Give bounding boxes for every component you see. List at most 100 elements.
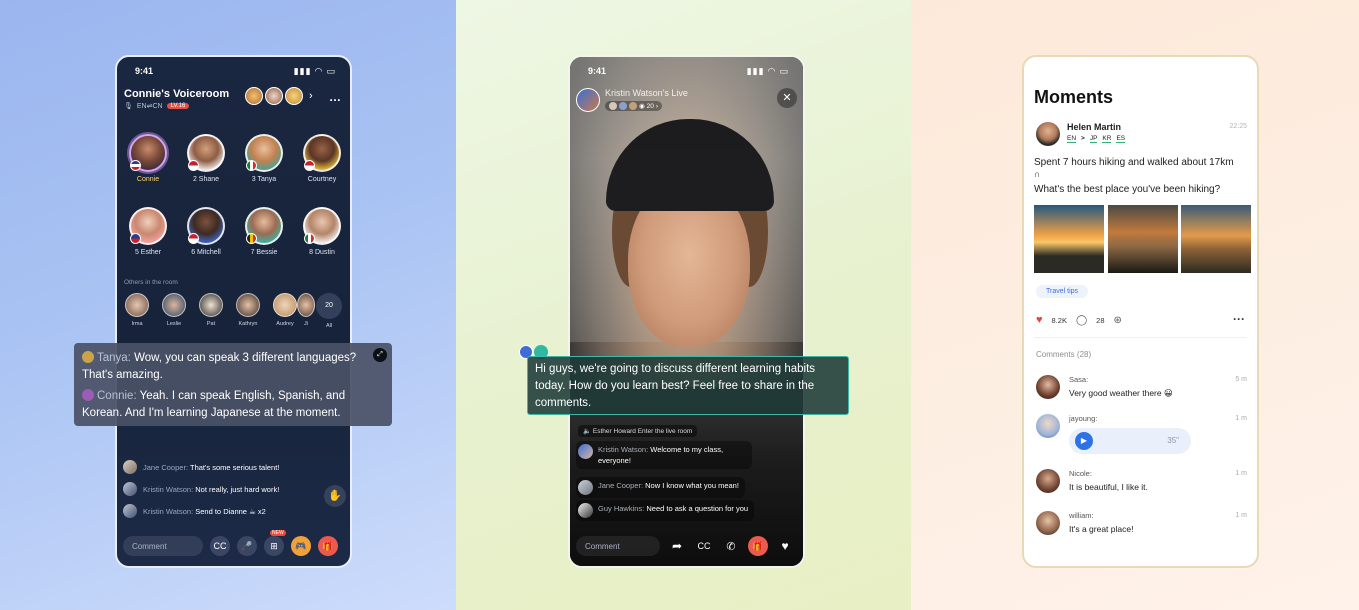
comment-author: jayoung: <box>1069 414 1098 423</box>
host-avatar[interactable] <box>576 88 600 112</box>
avatar <box>303 207 341 245</box>
flag-icon <box>130 160 141 171</box>
flag-icon <box>304 160 315 171</box>
chat-text: Send to Dianne ☕ x2 <box>195 506 266 516</box>
caption-icon[interactable]: CC <box>694 536 714 556</box>
speaker-avatar-icon <box>82 389 94 401</box>
speaker-avatar-icon <box>82 351 94 363</box>
status-time: 9:41 <box>588 66 607 76</box>
raise-hand-icon[interactable]: ✋ <box>324 485 346 507</box>
viewer-count[interactable]: ◉ 20 › <box>605 101 663 111</box>
other-leslie[interactable]: Leslie <box>159 293 189 327</box>
avatar[interactable] <box>1036 414 1060 438</box>
post-photo[interactable] <box>1034 205 1104 273</box>
comment-icon[interactable]: ◯ <box>1076 315 1087 326</box>
translate-icon[interactable]: ⊛ <box>1114 315 1122 326</box>
other-ji[interactable]: Ji <box>295 293 317 327</box>
avatar <box>629 102 637 110</box>
status-bar: 9:41 ▮▮▮ ◠ ▭ <box>588 66 789 77</box>
avatar <box>129 134 167 172</box>
like-icon[interactable]: ♥ <box>1036 314 1043 326</box>
flag-icon <box>246 160 257 171</box>
seat-name: Courtney <box>307 176 337 183</box>
post-author[interactable]: Helen Martin <box>1067 122 1121 132</box>
seat-mitchell[interactable]: 6 Mitchell <box>181 207 231 256</box>
topic-tag[interactable]: Travel tips <box>1036 285 1089 298</box>
other-kathryn[interactable]: Kathryn <box>233 293 263 327</box>
avatar <box>245 87 263 105</box>
avatar <box>129 207 167 245</box>
avatar <box>303 134 341 172</box>
avatar <box>123 460 137 474</box>
avatar <box>578 503 593 518</box>
apps-grid-icon[interactable]: ⊞ NEW <box>264 530 286 556</box>
language-tag: KR <box>1102 135 1112 143</box>
other-irma[interactable]: Irma <box>122 293 152 327</box>
seat-name: 3 Tanya <box>251 176 277 183</box>
comment-item: william: It's a great place! 1 m <box>1036 511 1247 541</box>
flag-icon <box>246 233 257 244</box>
avatar <box>125 293 149 317</box>
gift-icon[interactable]: 🎁 <box>318 536 338 556</box>
seat-dustin[interactable]: 8 Dustin <box>297 207 347 256</box>
others-all-label: All <box>325 323 333 329</box>
chat-author: Kristin Watson: <box>143 484 194 494</box>
comment-input[interactable] <box>123 536 203 556</box>
avatar[interactable] <box>1036 122 1060 146</box>
audience-avatars[interactable] <box>245 87 303 105</box>
more-options-icon[interactable]: … <box>329 90 341 104</box>
avatar[interactable] <box>1036 375 1060 399</box>
caption-icon[interactable]: CC <box>210 536 230 556</box>
seat-name: 2 Shane <box>192 176 220 183</box>
chat-message: Jane Cooper: That's some serious talent! <box>123 460 279 474</box>
avatar[interactable] <box>1036 511 1060 535</box>
post-languages: EN > JP KR ES <box>1067 135 1126 143</box>
seat-connie[interactable]: Connie <box>123 134 173 183</box>
others-count-button[interactable]: 20 <box>316 293 342 319</box>
comment-time: 1 m <box>1235 415 1247 422</box>
microphone-icon[interactable]: 🎤 <box>237 536 257 556</box>
other-pat[interactable]: Pat <box>196 293 226 327</box>
share-icon[interactable]: ➦ <box>667 536 687 556</box>
avatar[interactable] <box>1036 469 1060 493</box>
seat-esther[interactable]: 5 Esther <box>123 207 173 256</box>
signal-wifi-battery-icon: ▮▮▮ ◠ ▭ <box>746 66 789 76</box>
heart-icon[interactable]: ♥ <box>775 536 795 556</box>
chevron-right-icon[interactable]: › <box>309 90 313 102</box>
chat-text: That's some serious talent! <box>189 462 280 472</box>
speaker-name: Tanya: <box>97 352 131 364</box>
seat-courtney[interactable]: Courtney <box>297 134 347 183</box>
gift-icon[interactable]: 🎁 <box>748 536 768 556</box>
game-icon[interactable]: 🎮 <box>291 536 311 556</box>
post-actions: ♥ 8.2K ◯ 28 ⊛ <box>1036 314 1122 326</box>
other-name: Leslie <box>166 321 182 327</box>
avatar <box>187 134 225 172</box>
more-options-icon[interactable]: ··· <box>1233 312 1245 326</box>
comment-text: It's a great place! <box>1069 524 1134 534</box>
room-title: Connie's Voiceroom <box>124 88 230 100</box>
chat-message: Kristin Watson: Not really, just hard wo… <box>123 482 279 496</box>
post-photo[interactable] <box>1181 205 1251 273</box>
like-count: 8.2K <box>1051 315 1067 325</box>
comment-count: 28 <box>1096 315 1105 325</box>
chat-text: Not really, just hard work! <box>195 484 280 494</box>
other-name: Pat <box>206 321 216 327</box>
bottom-toolbar: CC 🎤 ⊞NEW 🎮 🎁 <box>123 530 344 556</box>
call-icon[interactable]: ✆ <box>721 536 741 556</box>
chat-text: Now I know what you mean! <box>645 481 739 490</box>
close-button[interactable]: ✕ <box>777 88 797 108</box>
comment-input[interactable] <box>576 536 660 556</box>
chevron-right-icon: › <box>655 102 659 110</box>
chat-author: Kristin Watson: <box>598 445 649 454</box>
seat-shane[interactable]: 2 Shane <box>181 134 231 183</box>
seat-bessie[interactable]: 7 Bessie <box>239 207 289 256</box>
voice-message[interactable]: ▶ 35" <box>1069 428 1191 454</box>
translation-overlay: Hi guys, we're going to discuss differen… <box>527 356 849 415</box>
post-photo[interactable] <box>1108 205 1178 273</box>
others-label: Others in the room <box>124 279 178 286</box>
new-badge: NEW <box>270 530 286 536</box>
voiceroom-phone: 9:41 ▮▮▮ ◠ ▭ Connie's Voiceroom 🎙 EN⇌CN … <box>115 55 352 568</box>
seat-tanya[interactable]: 3 Tanya <box>239 134 289 183</box>
play-icon[interactable]: ▶ <box>1075 432 1093 450</box>
expand-icon[interactable]: ⤢ <box>373 348 387 362</box>
